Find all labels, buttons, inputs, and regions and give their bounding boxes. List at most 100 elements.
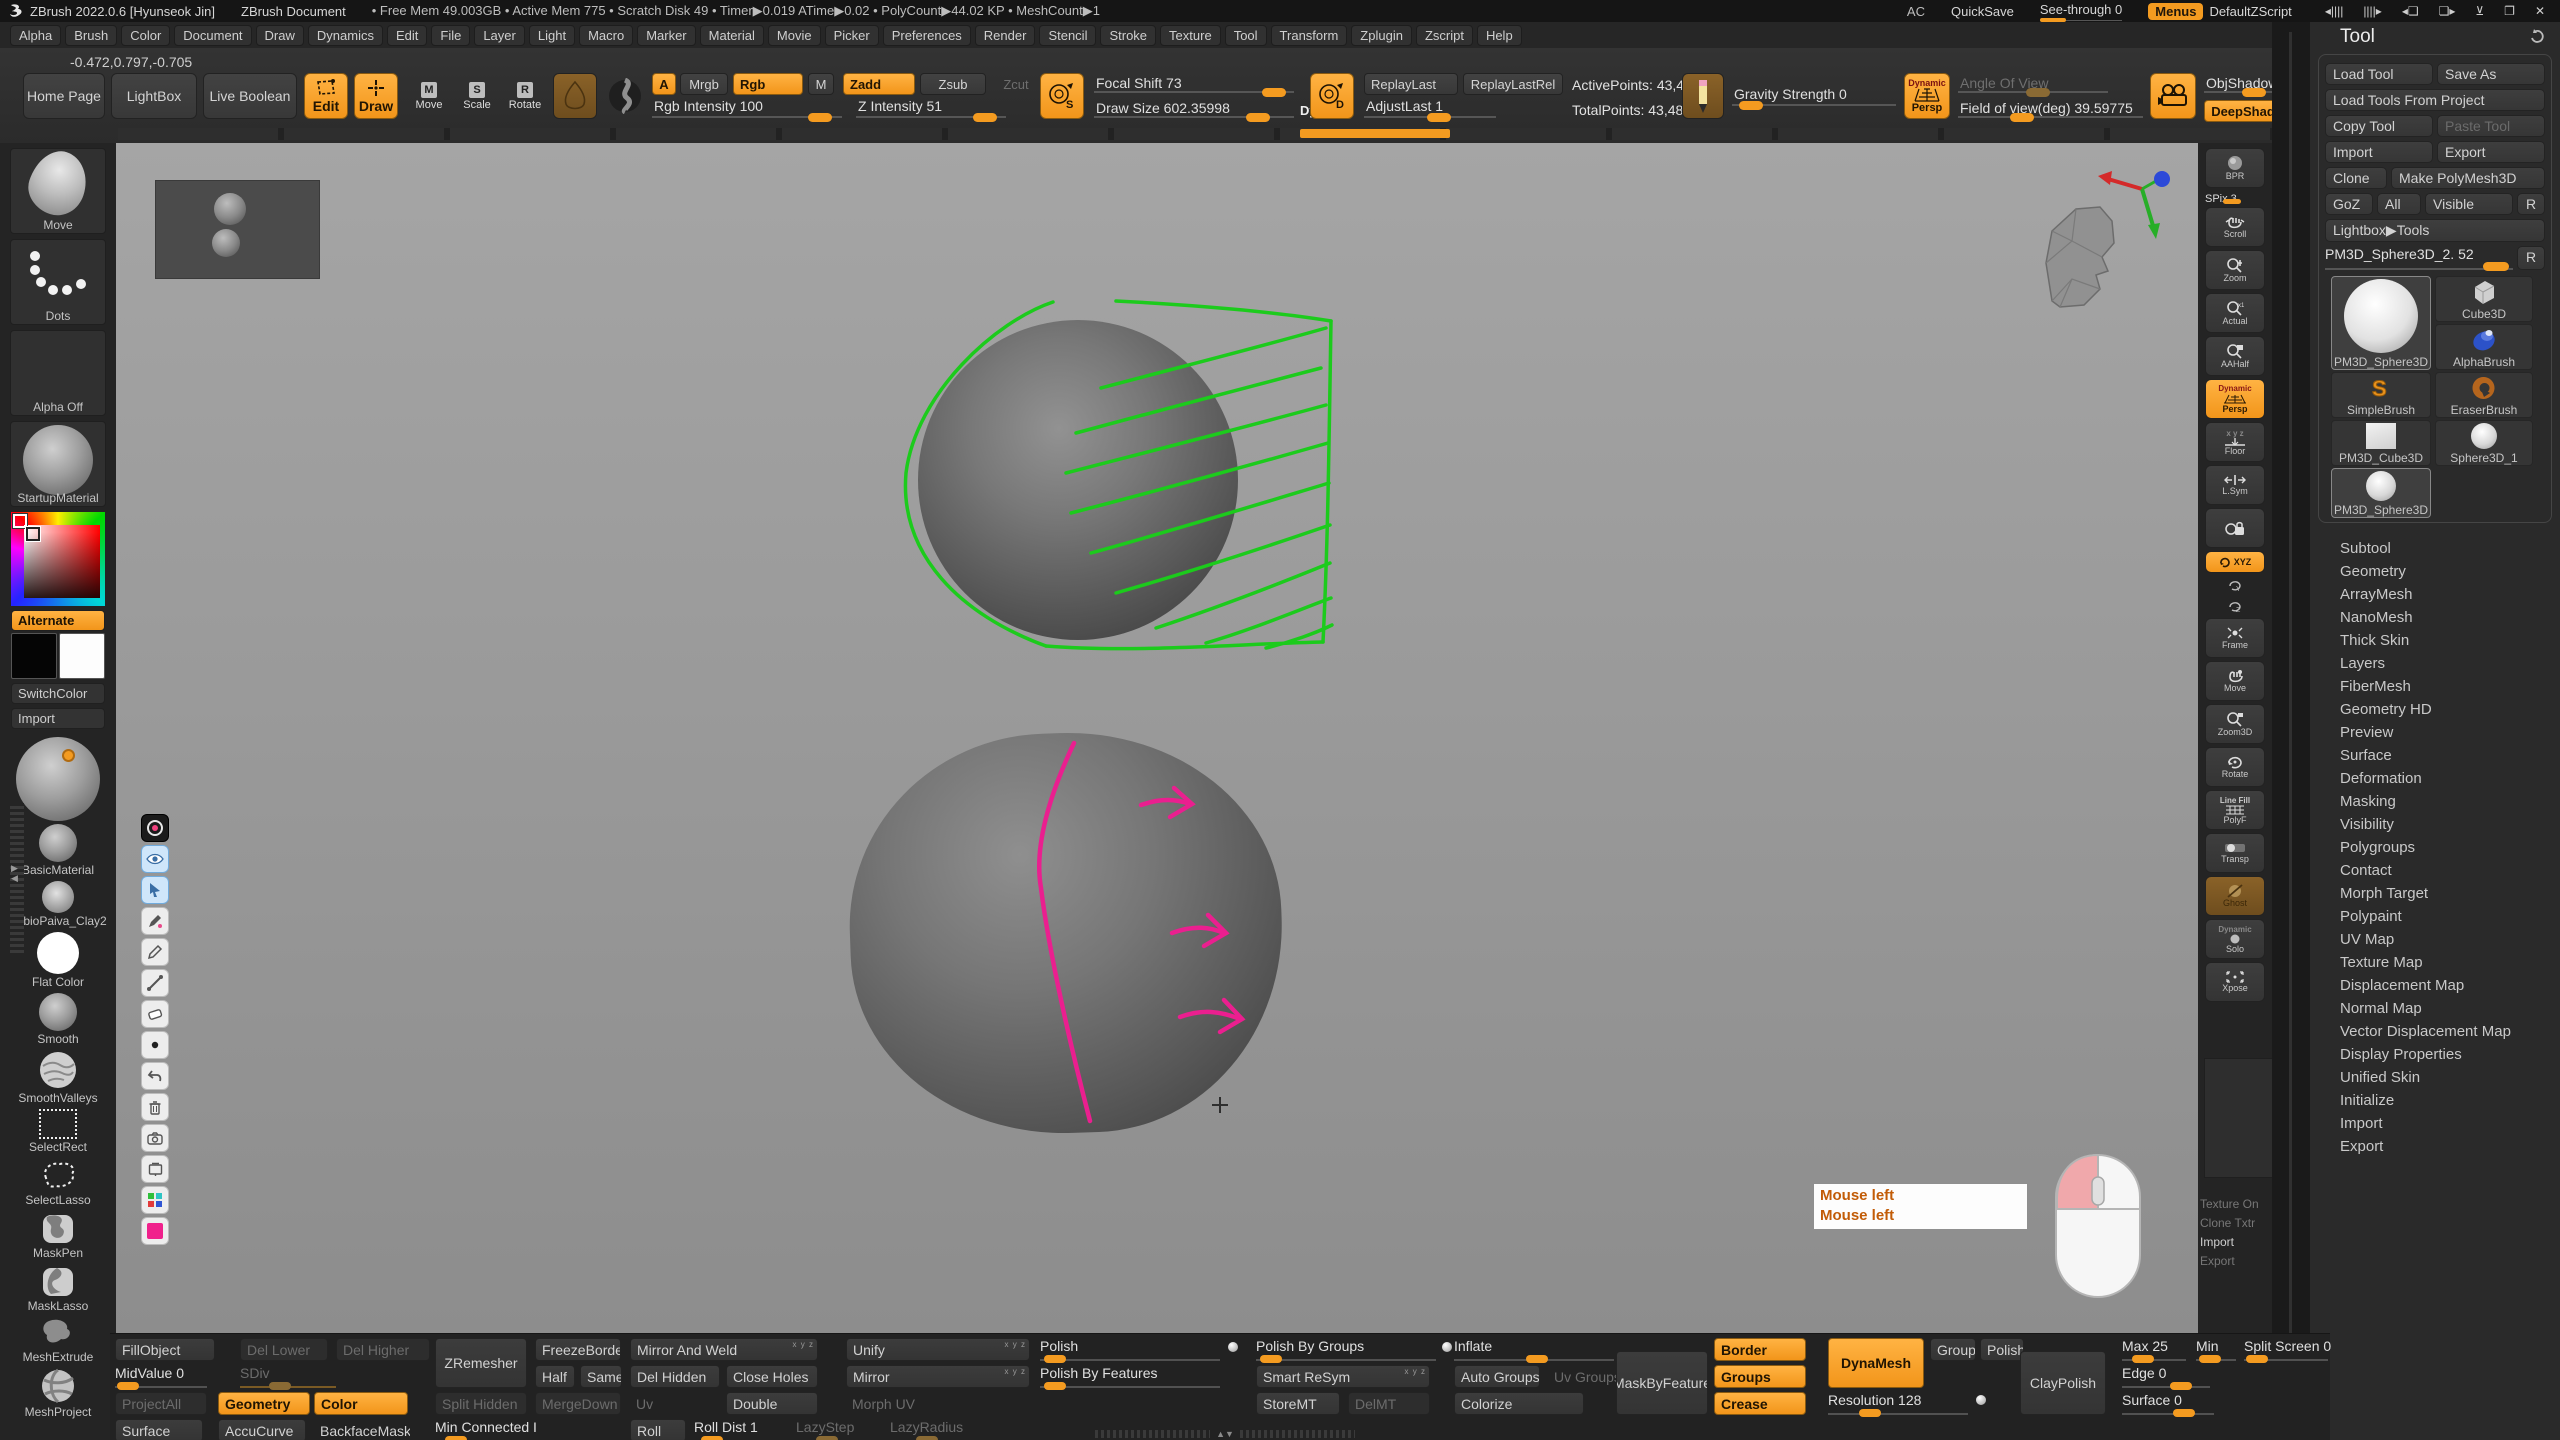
- line-tool-icon[interactable]: [141, 969, 169, 997]
- roll-dist-slider[interactable]: Roll Dist 1: [694, 1419, 780, 1440]
- solo-button[interactable]: Dynamic Solo: [2205, 919, 2265, 959]
- scale-button[interactable]: SScale: [456, 73, 498, 119]
- window-split-left-icon[interactable]: ◂❏: [2395, 4, 2426, 18]
- whiteboard-icon[interactable]: [141, 1155, 169, 1183]
- roll-button[interactable]: Roll: [630, 1419, 686, 1440]
- pencil-icon[interactable]: [141, 938, 169, 966]
- draw-button[interactable]: Draw: [354, 73, 398, 119]
- crease-toggle[interactable]: Crease: [1714, 1392, 1806, 1415]
- xpose-button[interactable]: Xpose: [2205, 962, 2265, 1002]
- polish-by-features-slider[interactable]: Polish By Features: [1040, 1365, 1220, 1388]
- rgb-button[interactable]: Rgb: [733, 73, 803, 95]
- ghost-button[interactable]: Ghost: [2205, 876, 2265, 916]
- brush-mesh-extrude[interactable]: MeshExtrude: [11, 1317, 105, 1365]
- adjust-last-slider[interactable]: AdjustLast 1: [1364, 98, 1496, 120]
- tool-r-button[interactable]: R: [2517, 246, 2545, 270]
- subpalette-subtool[interactable]: Subtool: [2310, 537, 2560, 560]
- current-stroke-button[interactable]: [603, 73, 647, 119]
- same-button[interactable]: Same: [580, 1365, 622, 1388]
- local-symmetry-button[interactable]: L.Sym: [2205, 465, 2265, 505]
- menu-item-movie[interactable]: Movie: [768, 25, 821, 46]
- rotate-button[interactable]: RRotate: [503, 73, 547, 119]
- half-button[interactable]: Half: [535, 1365, 575, 1388]
- import-tool-button[interactable]: Import: [2325, 141, 2433, 163]
- bpr-button[interactable]: BPR: [2205, 148, 2265, 188]
- subpalette-preview[interactable]: Preview: [2310, 721, 2560, 744]
- load-tool-button[interactable]: Load Tool: [2325, 63, 2433, 85]
- current-material-preview[interactable]: [16, 737, 100, 821]
- home-page-button[interactable]: Home Page: [23, 73, 105, 119]
- current-alpha-thumbnail[interactable]: Alpha Off: [10, 330, 106, 416]
- subpalette-polypaint[interactable]: Polypaint: [2310, 905, 2560, 928]
- see-through-slider[interactable]: See-through 0: [2040, 2, 2122, 21]
- clay-polish-button[interactable]: ClayPolish: [2020, 1351, 2106, 1415]
- brush-mask-lasso[interactable]: MaskLasso: [11, 1264, 105, 1314]
- restore-icon[interactable]: ❐: [2497, 4, 2522, 18]
- menu-item-texture[interactable]: Texture: [1160, 25, 1221, 46]
- mirror-and-weld-button[interactable]: Mirror And Weldx y z: [630, 1338, 818, 1361]
- polish-toggle[interactable]: [1228, 1342, 1238, 1352]
- material-basic[interactable]: BasicMaterial: [11, 824, 105, 878]
- live-boolean-button[interactable]: Live Boolean: [203, 73, 297, 119]
- draw-size-slider[interactable]: Draw Size 602.35998: [1094, 100, 1294, 120]
- export-tool-button[interactable]: Export: [2437, 141, 2545, 163]
- menu-item-picker[interactable]: Picker: [825, 25, 879, 46]
- subpalette-displacement-map[interactable]: Displacement Map: [2310, 974, 2560, 997]
- resolution-toggle[interactable]: [1976, 1395, 1986, 1405]
- spix-slider[interactable]: SPix 3: [2205, 190, 2265, 204]
- subpalette-geometry[interactable]: Geometry: [2310, 560, 2560, 583]
- edit-button[interactable]: Edit: [304, 73, 348, 119]
- subpalette-contact[interactable]: Contact: [2310, 859, 2560, 882]
- mirror-button[interactable]: Mirrorx y z: [846, 1365, 1030, 1388]
- rotate-z-button[interactable]: Z: [2205, 597, 2265, 615]
- edge-slider[interactable]: Edge 0: [2122, 1365, 2210, 1388]
- polish-by-groups-slider[interactable]: Polish By Groups: [1256, 1338, 1436, 1361]
- dynamesh-groups-button[interactable]: Groups: [1930, 1338, 1976, 1361]
- brush-mask-pen[interactable]: MaskPen: [11, 1211, 105, 1261]
- current-texture-thumbnail[interactable]: StartupMaterial: [10, 421, 106, 507]
- zoom3d-button[interactable]: Zoom3D: [2205, 704, 2265, 744]
- quicksave-button[interactable]: QuickSave: [1951, 4, 2014, 19]
- menu-item-material[interactable]: Material: [700, 25, 764, 46]
- close-icon[interactable]: ✕: [2528, 4, 2552, 18]
- tool-tile-pm3d-sphere2[interactable]: PM3D_Sphere3D: [2331, 468, 2431, 518]
- subpalette-export[interactable]: Export: [2310, 1135, 2560, 1158]
- brush-mesh-project[interactable]: MeshProject: [11, 1368, 105, 1420]
- persp-button[interactable]: Dynamic Persp: [1904, 73, 1950, 119]
- menu-item-preferences[interactable]: Preferences: [883, 25, 971, 46]
- rotate-canvas-button[interactable]: Rotate: [2205, 747, 2265, 787]
- tool-tile-eraserbrush[interactable]: EraserBrush: [2435, 372, 2533, 418]
- inflate-slider[interactable]: Inflate: [1454, 1338, 1614, 1361]
- unify-button[interactable]: Unifyx y z: [846, 1338, 1030, 1361]
- field-of-view-slider[interactable]: Field of view(deg) 39.59775: [1958, 100, 2143, 120]
- colorize-button[interactable]: Colorize: [1454, 1392, 1584, 1415]
- menu-item-layer[interactable]: Layer: [474, 25, 525, 46]
- left-tray-divider[interactable]: ▶◀: [10, 803, 24, 953]
- active-tool-slider[interactable]: PM3D_Sphere3D_2. 52: [2325, 246, 2513, 270]
- fill-object-button[interactable]: FillObject: [115, 1338, 215, 1361]
- actual-button[interactable]: x1 Actual: [2205, 293, 2265, 333]
- split-screen-slider[interactable]: Split Screen 0: [2244, 1338, 2328, 1361]
- del-hidden-button[interactable]: Del Hidden: [630, 1365, 720, 1388]
- menu-item-marker[interactable]: Marker: [637, 25, 695, 46]
- subpalette-deformation[interactable]: Deformation: [2310, 767, 2560, 790]
- subpalette-geometry-hd[interactable]: Geometry HD: [2310, 698, 2560, 721]
- z-intensity-slider[interactable]: Z Intensity 51: [856, 98, 1006, 120]
- subpalette-arraymesh[interactable]: ArrayMesh: [2310, 583, 2560, 606]
- menu-item-help[interactable]: Help: [1477, 25, 1522, 46]
- subpalette-visibility[interactable]: Visibility: [2310, 813, 2560, 836]
- material-clay[interactable]: FabioPaiva_Clay2: [11, 881, 105, 929]
- subpalette-layers[interactable]: Layers: [2310, 652, 2560, 675]
- replay-last-rel-button[interactable]: ReplayLastRel: [1463, 73, 1563, 95]
- menu-item-macro[interactable]: Macro: [579, 25, 633, 46]
- current-brush-button[interactable]: [553, 73, 597, 119]
- rgb-intensity-slider[interactable]: Rgb Intensity 100: [652, 98, 842, 120]
- subpalette-display-properties[interactable]: Display Properties: [2310, 1043, 2560, 1066]
- alternate-button[interactable]: Alternate: [11, 610, 105, 631]
- gravity-button[interactable]: [1682, 73, 1724, 119]
- smart-resym-button[interactable]: Smart ReSymx y z: [1256, 1365, 1430, 1388]
- persp-toggle-button[interactable]: Dynamic Persp: [2205, 379, 2265, 419]
- sv-selector[interactable]: [26, 527, 40, 541]
- close-holes-button[interactable]: Close Holes: [726, 1365, 818, 1388]
- polish-slider[interactable]: Polish: [1040, 1338, 1220, 1361]
